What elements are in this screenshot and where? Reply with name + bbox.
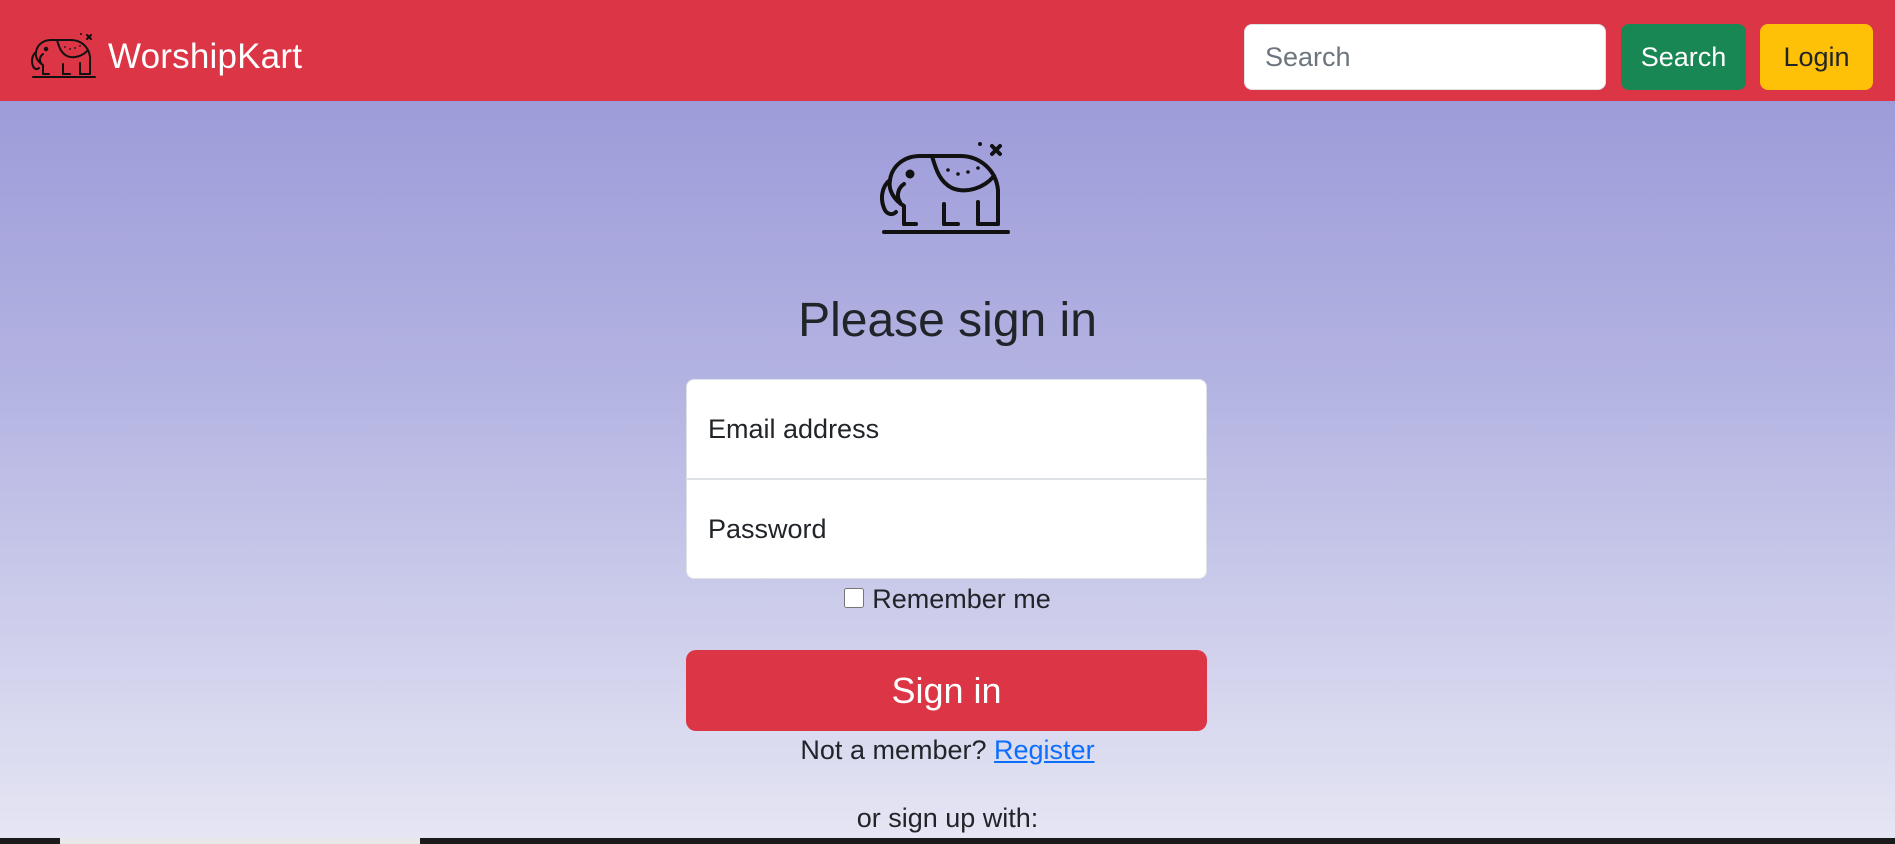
search-button[interactable]: Search bbox=[1621, 24, 1746, 90]
remember-me-checkbox[interactable] bbox=[844, 587, 865, 608]
top-navbar: WorshipKart Search Login bbox=[0, 0, 1895, 101]
search-input[interactable] bbox=[1244, 24, 1606, 90]
login-button[interactable]: Login bbox=[1760, 24, 1873, 90]
register-prompt: Not a member? Register bbox=[0, 735, 1895, 766]
brand-link[interactable]: WorshipKart bbox=[28, 22, 302, 92]
password-field[interactable] bbox=[686, 479, 1207, 579]
brand-name: WorshipKart bbox=[108, 37, 303, 76]
scrollbar-thumb[interactable] bbox=[60, 838, 420, 844]
register-link[interactable]: Register bbox=[994, 735, 1095, 765]
email-field[interactable] bbox=[686, 379, 1207, 479]
signup-with-text: or sign up with: bbox=[856, 803, 1039, 833]
not-member-text: Not a member? bbox=[800, 735, 987, 765]
sign-in-button[interactable]: Sign in bbox=[686, 650, 1207, 731]
elephant-icon bbox=[31, 33, 96, 78]
remember-me-label: Remember me bbox=[872, 584, 1051, 614]
remember-me: Remember me bbox=[0, 584, 1895, 615]
page-title: Please sign in bbox=[798, 294, 1097, 347]
elephant-icon bbox=[880, 142, 1010, 234]
